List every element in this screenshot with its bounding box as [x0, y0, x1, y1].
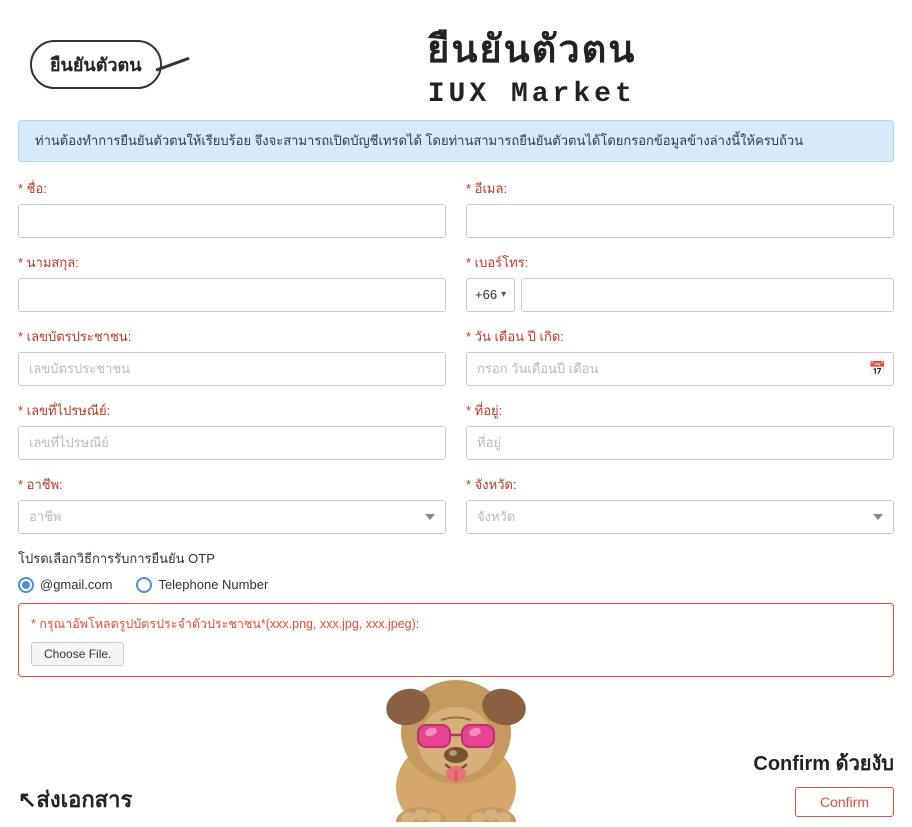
- row-surname-phone: * นามสกุล: * เบอร์โทร: +66 ▾: [18, 252, 894, 312]
- phone-prefix-value: +66: [475, 287, 497, 302]
- send-docs-label: ↖ส่งเอกสาร: [18, 782, 132, 817]
- province-label: * จังหวัด:: [466, 474, 894, 495]
- otp-section: โปรดเลือกวิธีการรับการยืนยัน OTP @gmail.…: [18, 548, 894, 593]
- id-group: * เลขบัตรประชาชน:: [18, 326, 446, 386]
- confirm-text: Confirm ด้วยงับ: [753, 747, 894, 779]
- email-group: * อีเมล:: [466, 178, 894, 238]
- otp-email-option[interactable]: @gmail.com: [18, 577, 112, 593]
- otp-label: โปรดเลือกวิธีการรับการยืนยัน OTP: [18, 548, 894, 569]
- postal-label: * เลขที่ไปรษณีย์:: [18, 400, 446, 421]
- title-area: ยืนยันตัวตน IUX Market: [182, 18, 883, 110]
- phone-group: * เบอร์โทร: +66 ▾: [466, 252, 894, 312]
- surname-group: * นามสกุล:: [18, 252, 446, 312]
- phone-prefix-select[interactable]: +66 ▾: [466, 278, 515, 312]
- otp-phone-option[interactable]: Telephone Number: [136, 577, 268, 593]
- postal-group: * เลขที่ไปรษณีย์:: [18, 400, 446, 460]
- occupation-label: * อาชีพ:: [18, 474, 446, 495]
- name-label: * ชื่อ:: [18, 178, 446, 199]
- dob-wrapper: 📅: [466, 352, 894, 386]
- surname-label: * นามสกุล:: [18, 252, 446, 273]
- province-select[interactable]: จังหวัด: [466, 500, 894, 534]
- header-area: ยืนยันตัวตน ยืนยันตัวตน IUX Market: [0, 0, 912, 120]
- choose-file-button[interactable]: Choose File.: [31, 642, 124, 666]
- confirm-area: Confirm ด้วยงับ Confirm: [753, 747, 894, 817]
- dob-input[interactable]: [466, 352, 894, 386]
- occupation-group: * อาชีพ: อาชีพ: [18, 474, 446, 534]
- confirm-button[interactable]: Confirm: [795, 787, 894, 817]
- occupation-select[interactable]: อาชีพ: [18, 500, 446, 534]
- surname-input[interactable]: [18, 278, 446, 312]
- row-postal-address: * เลขที่ไปรษณีย์: * ที่อยู่:: [18, 400, 894, 460]
- dob-group: * วัน เดือน ปี เกิด: 📅: [466, 326, 894, 386]
- pug-illustration: [356, 622, 556, 827]
- bottom-area: ↖ส่งเอกสาร: [0, 707, 912, 827]
- otp-phone-label: Telephone Number: [158, 577, 268, 592]
- email-input[interactable]: [466, 204, 894, 238]
- id-input[interactable]: [18, 352, 446, 386]
- email-label: * อีเมล:: [466, 178, 894, 199]
- info-banner: ท่านต้องทำการยืนยันตัวตนให้เรียบร้อย จึง…: [18, 120, 894, 162]
- dob-label: * วัน เดือน ปี เกิด:: [466, 326, 894, 347]
- page-wrapper: ยืนยันตัวตน ยืนยันตัวตน IUX Market ท่านต…: [0, 0, 912, 827]
- id-label: * เลขบัตรประชาชน:: [18, 326, 446, 347]
- address-group: * ที่อยู่:: [466, 400, 894, 460]
- province-group: * จังหวัด: จังหวัด: [466, 474, 894, 534]
- address-input[interactable]: [466, 426, 894, 460]
- otp-phone-radio[interactable]: [136, 577, 152, 593]
- title-thai: ยืนยันตัวตน: [427, 18, 636, 79]
- postal-input[interactable]: [18, 426, 446, 460]
- otp-email-radio[interactable]: [18, 577, 34, 593]
- name-input[interactable]: [18, 204, 446, 238]
- title-english: IUX Market: [428, 79, 636, 110]
- phone-input-row: +66 ▾: [466, 278, 894, 312]
- chevron-down-icon: ▾: [501, 289, 506, 300]
- otp-email-label: @gmail.com: [40, 577, 112, 592]
- row-id-dob: * เลขบัตรประชาชน: * วัน เดือน ปี เกิด: 📅: [18, 326, 894, 386]
- row-name-email: * ชื่อ: * อีเมล:: [18, 178, 894, 238]
- speech-bubble: ยืนยันตัวตน: [30, 40, 162, 89]
- address-label: * ที่อยู่:: [466, 400, 894, 421]
- otp-options: @gmail.com Telephone Number: [18, 577, 894, 593]
- row-occupation-province: * อาชีพ: อาชีพ * จังหวัด: จังหวัด: [18, 474, 894, 534]
- name-group: * ชื่อ:: [18, 178, 446, 238]
- phone-label: * เบอร์โทร:: [466, 252, 894, 273]
- phone-number-input[interactable]: [521, 278, 894, 312]
